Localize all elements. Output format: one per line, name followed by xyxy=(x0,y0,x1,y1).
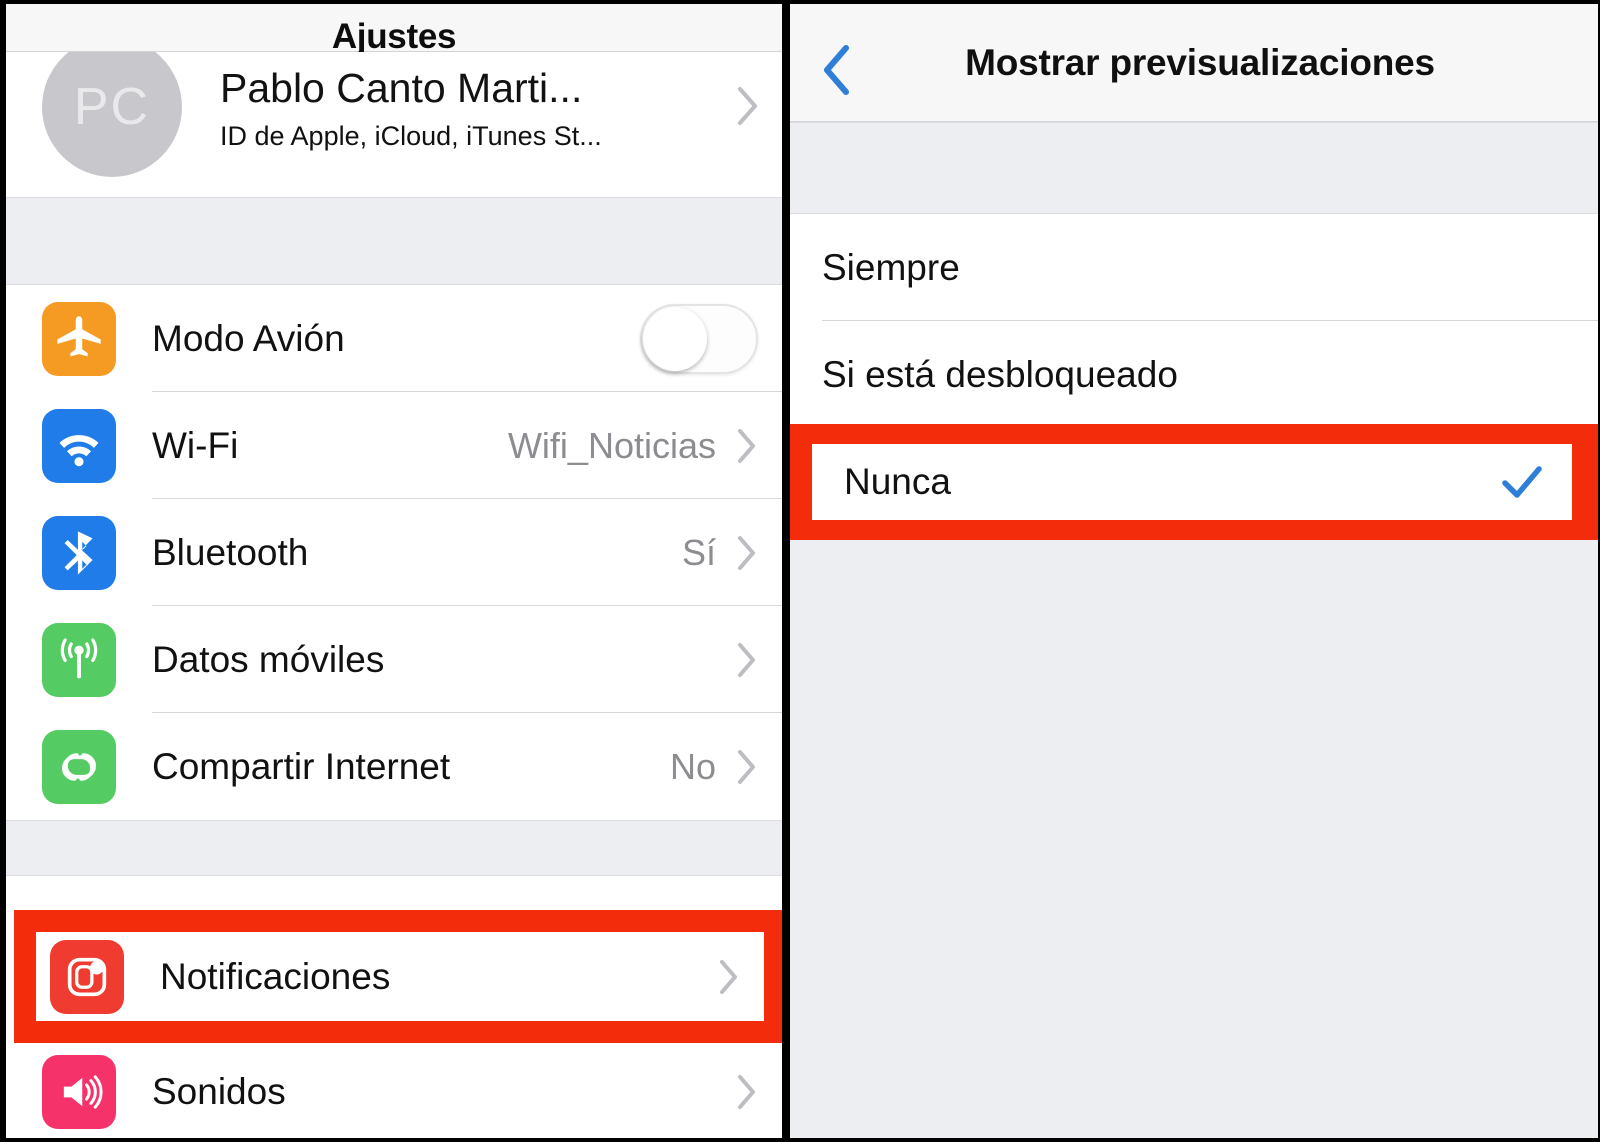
bluetooth-icon xyxy=(42,515,116,590)
page-title: Mostrar previsualizaciones xyxy=(965,41,1435,83)
frame-edge-bottom xyxy=(0,1138,1600,1142)
profile-name: Pablo Canto Marti... xyxy=(220,64,583,111)
hotspot-link-icon xyxy=(42,729,116,804)
chevron-right-icon xyxy=(736,641,758,679)
chevron-right-icon xyxy=(736,85,760,132)
right-nav-bar: Mostrar previsualizaciones xyxy=(790,4,1600,122)
speaker-sound-icon xyxy=(42,1055,116,1129)
profile-text: Pablo Canto Marti... ID de Apple, iCloud… xyxy=(220,65,736,153)
settings-row-value: Wifi_Noticias xyxy=(507,424,716,466)
left-nav-bar: Ajustes xyxy=(6,4,782,56)
chevron-right-icon xyxy=(736,1073,758,1111)
option-row-siempre[interactable]: Siempre xyxy=(790,214,1600,321)
settings-row-label: Bluetooth xyxy=(152,531,309,573)
page-title: Ajustes xyxy=(331,17,457,56)
settings-row-personal-hotspot[interactable]: Compartir Internet No xyxy=(6,713,782,820)
wifi-icon xyxy=(42,408,116,483)
settings-row-label: Notificaciones xyxy=(160,955,391,997)
frame-edge-top xyxy=(0,0,1600,4)
settings-row-notifications[interactable]: Notificaciones xyxy=(36,932,764,1021)
settings-row-label: Sonidos xyxy=(152,1071,286,1112)
group-separator xyxy=(6,197,782,285)
settings-row-label: Compartir Internet xyxy=(152,745,451,787)
profile-subtitle: ID de Apple, iCloud, iTunes St... xyxy=(220,120,602,151)
chevron-right-icon xyxy=(736,748,758,786)
option-row-nunca[interactable]: Nunca xyxy=(812,444,1572,520)
chevron-left-icon[interactable] xyxy=(818,42,858,98)
chevron-right-icon xyxy=(736,427,758,465)
settings-row-value: Sí xyxy=(681,531,716,573)
group-separator xyxy=(6,820,782,876)
airplane-icon xyxy=(42,301,116,376)
preview-options-group: Siempre Si está desbloqueado xyxy=(790,214,1600,428)
settings-row-wifi[interactable]: Wi-Fi Wifi_Noticias xyxy=(6,392,782,499)
settings-list-panel: Ajustes PC Pablo Canto Marti... ID de Ap… xyxy=(6,4,782,1138)
option-label: Siempre xyxy=(822,246,960,288)
show-previews-panel: Mostrar previsualizaciones Siempre Si es… xyxy=(790,4,1600,1138)
nunca-highlight-box: Nunca xyxy=(790,424,1600,540)
apple-id-profile-row[interactable]: PC Pablo Canto Marti... ID de Apple, iCl… xyxy=(6,52,782,197)
option-label: Si está desbloqueado xyxy=(822,353,1178,395)
settings-row-bluetooth[interactable]: Bluetooth Sí xyxy=(6,499,782,606)
chevron-right-icon xyxy=(736,534,758,572)
group-separator xyxy=(790,122,1600,214)
settings-row-cellular-data[interactable]: Datos móviles xyxy=(6,606,782,713)
settings-row-label: Wi-Fi xyxy=(152,424,239,466)
empty-area xyxy=(790,540,1600,1138)
settings-row-sounds[interactable]: Sonidos xyxy=(6,1046,782,1138)
option-row-si-esta-desbloqueado[interactable]: Si está desbloqueado xyxy=(790,321,1600,428)
notifications-highlight-box: Notificaciones xyxy=(14,910,782,1043)
checkmark-icon xyxy=(1500,460,1544,504)
cellular-antenna-icon xyxy=(42,622,116,697)
settings-row-airplane-mode[interactable]: Modo Avión xyxy=(6,285,782,392)
panel-divider xyxy=(782,0,790,1142)
airplane-mode-toggle[interactable] xyxy=(640,303,758,374)
settings-row-label: Datos móviles xyxy=(152,638,385,680)
avatar: PC xyxy=(42,52,182,177)
notifications-icon xyxy=(50,939,124,1014)
toggle-knob xyxy=(643,306,707,371)
chevron-right-icon xyxy=(718,958,740,996)
connectivity-group: Modo Avión Wi-Fi Wifi_Noticias Bluetooth… xyxy=(6,285,782,820)
settings-row-label: Modo Avión xyxy=(152,317,345,359)
settings-row-value: No xyxy=(669,745,716,787)
screenshot-root: Ajustes PC Pablo Canto Marti... ID de Ap… xyxy=(0,0,1600,1142)
option-label: Nunca xyxy=(844,461,951,502)
frame-edge-left xyxy=(0,0,6,1142)
